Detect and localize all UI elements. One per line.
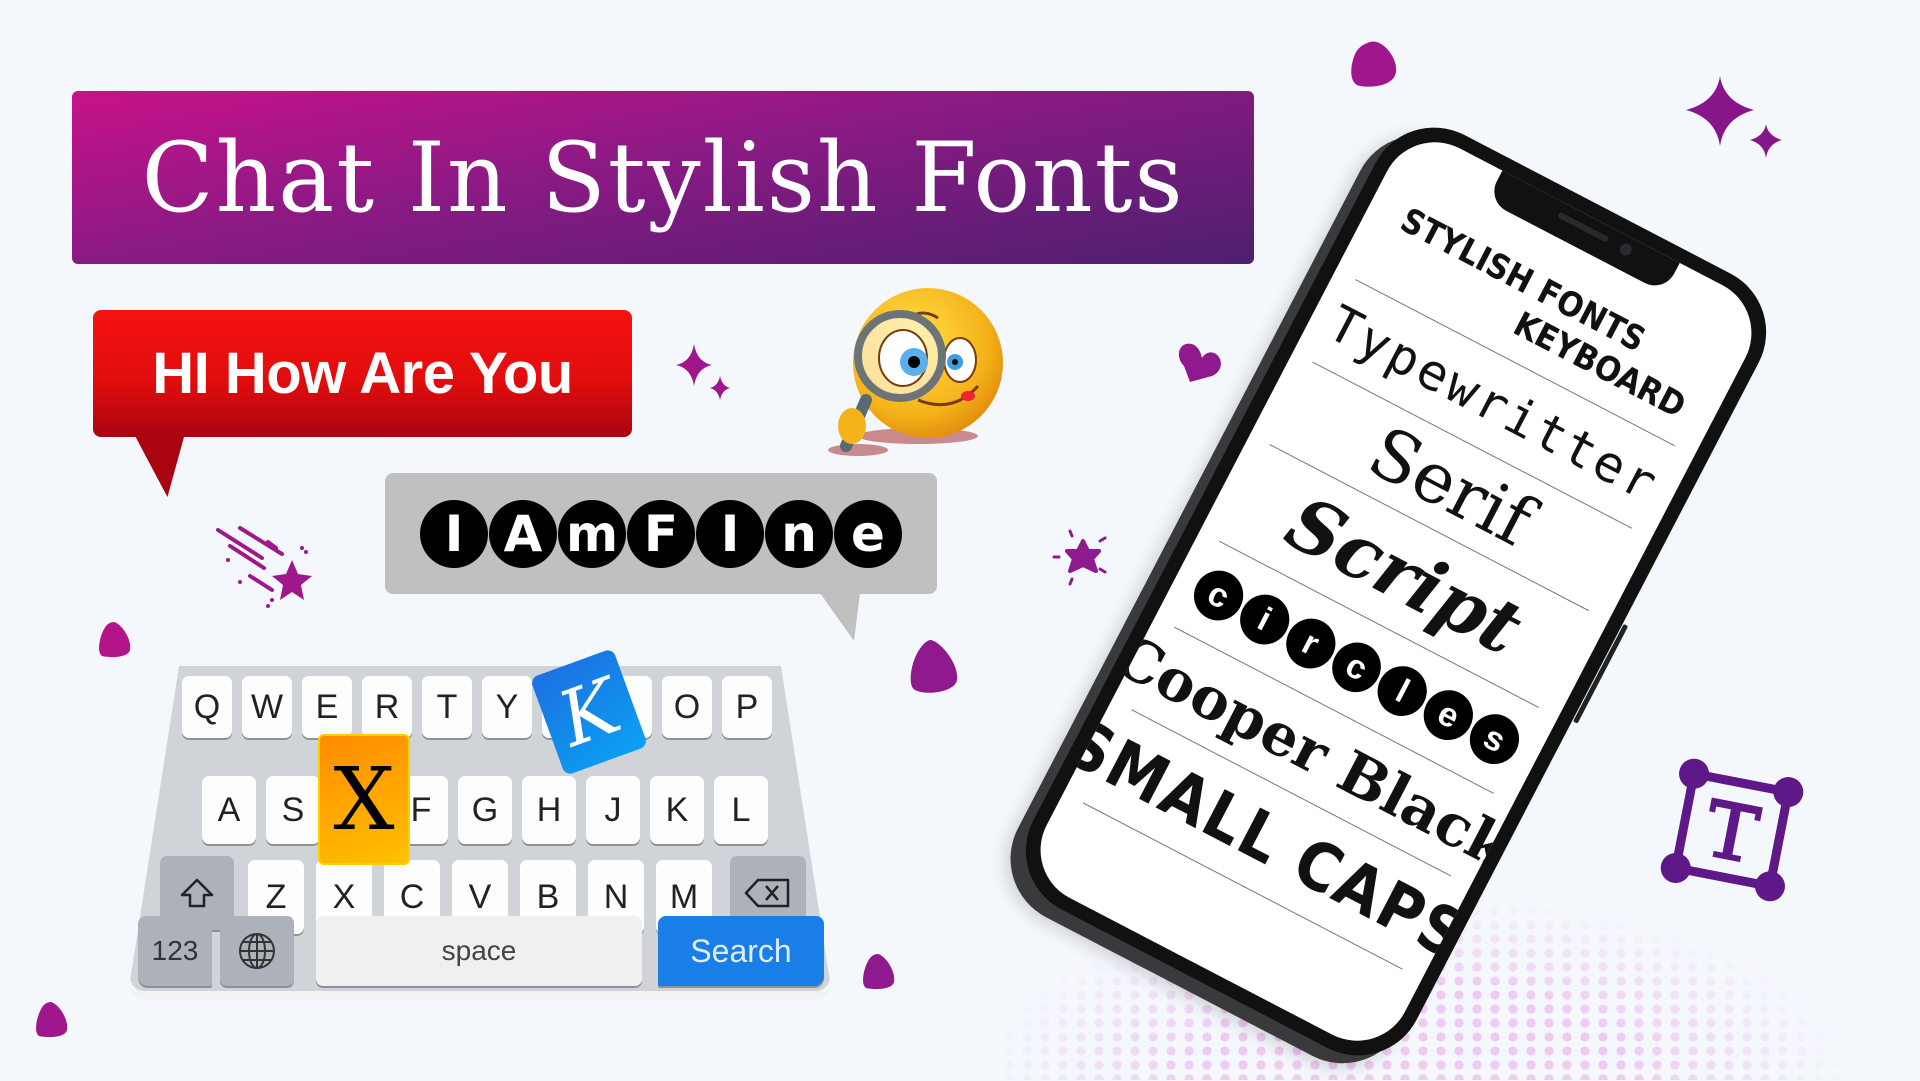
reply-chat-bubble: I A m F I n e [385,473,937,594]
blob-decoration [910,640,958,693]
key[interactable]: S [266,776,320,844]
search-key[interactable]: Search [658,916,824,986]
key[interactable]: W [242,676,292,738]
key[interactable]: R [362,676,412,738]
sparkle-icon [1686,76,1782,158]
key[interactable]: T [422,676,472,738]
key[interactable]: Y [482,676,532,738]
key[interactable]: O [662,676,712,738]
magnifier-emoji-icon [828,288,1003,456]
numbers-key[interactable]: 123 [138,916,212,986]
sparkle-icon [676,344,730,400]
reply-letter: n [765,499,833,568]
space-key[interactable]: space [316,916,642,986]
splat-star-icon [1052,529,1107,586]
keyboard: Q W E R T Y U I O P A S D F G H J K L Z … [130,666,830,999]
key[interactable]: H [522,776,576,844]
globe-icon [239,933,275,969]
reply-letter: A [489,499,557,568]
red-bubble-tail [134,435,196,497]
key[interactable]: Q [182,676,232,738]
key[interactable]: A [202,776,256,844]
greeting-chat-bubble: HI How Are You [93,310,632,437]
blob-decoration [863,954,895,990]
shift-icon [180,878,214,908]
key[interactable]: G [458,776,512,844]
x-app-badge: X [318,734,410,865]
speaker-grill [1557,211,1610,243]
blob-decoration [99,622,131,658]
key[interactable]: J [586,776,640,844]
reply-letter: F [627,499,695,568]
reply-letter: m [558,499,626,568]
text-box-icon [1660,758,1804,902]
key[interactable]: E [302,676,352,738]
backspace-icon [744,878,790,908]
greeting-text: HI How Are You [152,341,573,406]
blob-decoration [1351,41,1397,87]
reply-letter: I [420,499,488,568]
key[interactable]: P [722,676,772,738]
globe-key[interactable] [220,916,294,986]
page-title: Chat In Stylish Fonts [141,121,1185,234]
shooting-star-icon [216,526,312,608]
heart-icon [1178,343,1221,382]
camera-icon [1617,241,1634,258]
blob-decoration [36,1002,68,1038]
reply-letter: I [696,499,764,568]
gray-bubble-tail [820,593,860,641]
title-banner: Chat In Stylish Fonts [72,91,1254,264]
key[interactable]: K [650,776,704,844]
key[interactable]: L [714,776,768,844]
reply-letter: e [834,499,902,568]
